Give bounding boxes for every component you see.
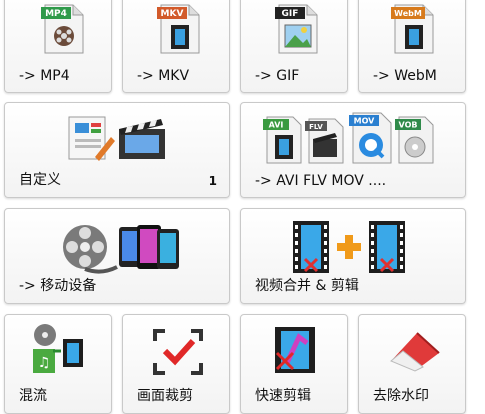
vob-file-icon: VOB	[395, 115, 437, 165]
avi-format-tag: AVI	[269, 121, 284, 130]
mov-file-icon: MOV	[349, 111, 395, 165]
gif-file-icon: GIF	[275, 3, 321, 55]
mux-icon: ♫	[27, 321, 87, 377]
tile-merge[interactable]: 视频合并 & 剪辑	[240, 208, 466, 304]
film-strip-cut-icon	[367, 219, 407, 275]
tile-mkv[interactable]: MKV -> MKV	[122, 0, 230, 93]
tile-mp4[interactable]: MP4 -> MP4	[4, 0, 112, 93]
document-chart-icon	[65, 113, 115, 163]
tile-gif[interactable]: GIF -> GIF	[240, 0, 348, 93]
tile-merge-label: 视频合并 & 剪辑	[255, 278, 359, 294]
flv-format-tag: FLV	[309, 123, 323, 131]
tile-crop-label: 画面裁剪	[137, 388, 193, 404]
tile-webm-label: -> WebM	[373, 68, 437, 84]
flv-file-icon: FLV	[305, 117, 347, 165]
gif-format-tag: GIF	[282, 9, 299, 19]
mp4-file-icon: MP4	[41, 3, 87, 55]
tile-webm[interactable]: WebM -> WebM	[358, 0, 466, 93]
quick-cut-icon	[267, 323, 323, 377]
avi-file-icon: AVI	[263, 115, 305, 165]
tile-gif-label: -> GIF	[255, 68, 300, 84]
webm-format-tag: WebM	[394, 9, 422, 18]
plus-icon	[335, 233, 363, 261]
tile-mobile-label: -> 移动设备	[19, 278, 97, 294]
tile-multi-format-label: -> AVI FLV MOV ....	[255, 173, 387, 189]
vob-format-tag: VOB	[399, 121, 418, 130]
custom-count-badge: 1	[208, 174, 217, 188]
mp4-format-tag: MP4	[45, 9, 67, 19]
tile-mobile[interactable]: -> 移动设备	[4, 208, 230, 304]
mov-format-tag: MOV	[354, 117, 376, 126]
tile-quick-cut[interactable]: 快速剪辑	[240, 314, 348, 414]
tile-mp4-label: -> MP4	[19, 68, 70, 84]
clapperboard-icon	[117, 117, 167, 161]
film-strip-icon	[291, 219, 331, 275]
mkv-format-tag: MKV	[161, 9, 184, 19]
crop-check-icon	[153, 329, 203, 375]
tile-custom[interactable]: 自定义 1	[4, 102, 230, 198]
webm-file-icon: WebM	[391, 3, 437, 55]
mkv-file-icon: MKV	[157, 3, 203, 55]
film-reel-icon	[61, 221, 119, 275]
tile-custom-label: 自定义	[19, 172, 61, 188]
tile-quick-cut-label: 快速剪辑	[255, 388, 311, 404]
tile-mux-label: 混流	[19, 388, 47, 404]
tile-multi-format[interactable]: AVI FLV MOV VOB -> AVI FLV MOV ....	[240, 102, 466, 198]
tile-mux[interactable]: ♫ 混流	[4, 314, 112, 414]
tile-watermark[interactable]: 去除水印	[358, 314, 466, 414]
tile-watermark-label: 去除水印	[373, 388, 429, 404]
tile-mkv-label: -> MKV	[137, 68, 190, 84]
svg-text:♫: ♫	[38, 355, 51, 371]
mobile-devices-icon	[117, 223, 181, 273]
tile-crop[interactable]: 画面裁剪	[122, 314, 230, 414]
eraser-icon	[387, 327, 443, 373]
